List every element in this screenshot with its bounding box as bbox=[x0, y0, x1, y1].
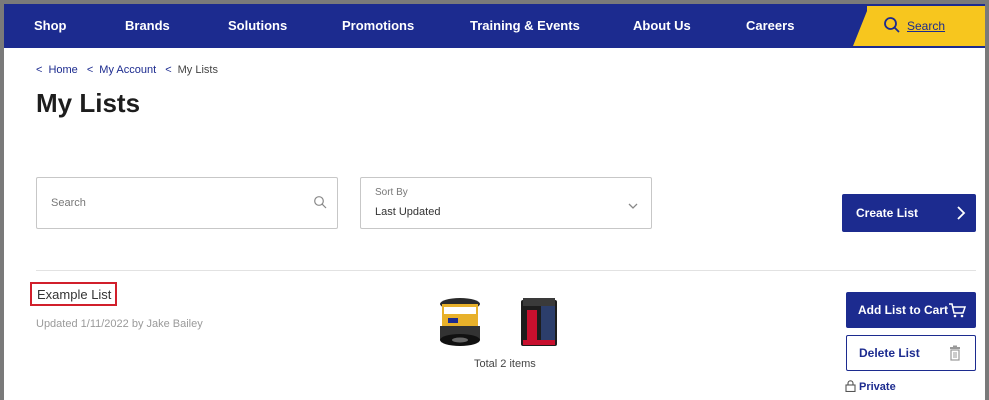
breadcrumb-sep: < bbox=[86, 64, 94, 76]
add-list-to-cart-button[interactable]: Add List to Cart bbox=[846, 292, 976, 328]
nav-search-label: Search bbox=[907, 19, 946, 33]
nav-brands[interactable]: Brands bbox=[125, 4, 170, 48]
list-name[interactable]: Example List bbox=[30, 282, 118, 306]
breadcrumb-home[interactable]: Home bbox=[48, 64, 77, 76]
sort-select[interactable]: Sort By Last Updated bbox=[360, 177, 652, 229]
delete-list-button[interactable]: Delete List bbox=[846, 335, 976, 371]
list-total-items: Total 2 items bbox=[474, 358, 536, 370]
nav-shop[interactable]: Shop bbox=[34, 4, 67, 48]
search-icon bbox=[883, 16, 901, 39]
nav-solutions[interactable]: Solutions bbox=[228, 4, 287, 48]
breadcrumb-sep: < bbox=[36, 64, 43, 76]
create-list-label: Create List bbox=[856, 206, 919, 220]
breadcrumb-my-lists: My Lists bbox=[177, 64, 218, 76]
page-title: My Lists bbox=[36, 88, 141, 118]
breadcrumb: < Home < My Account < My Lists bbox=[36, 64, 224, 76]
list-privacy[interactable]: Private bbox=[845, 380, 896, 393]
search-icon bbox=[313, 195, 327, 214]
nav-training-events[interactable]: Training & Events bbox=[470, 4, 580, 48]
sort-caption: Sort By bbox=[375, 187, 408, 198]
search-placeholder: Search bbox=[51, 197, 86, 209]
sort-value: Last Updated bbox=[375, 206, 441, 218]
chevron-right-icon bbox=[956, 205, 966, 224]
add-list-to-cart-label: Add List to Cart bbox=[858, 303, 948, 317]
chevron-down-icon bbox=[627, 198, 639, 216]
trash-icon bbox=[949, 345, 961, 364]
divider bbox=[36, 270, 976, 271]
nav-careers[interactable]: Careers bbox=[746, 4, 794, 48]
breadcrumb-my-account[interactable]: My Account bbox=[99, 64, 156, 76]
product-thumbnail-pack[interactable] bbox=[519, 296, 559, 348]
nav-about-us[interactable]: About Us bbox=[633, 4, 691, 48]
top-nav: Shop Brands Solutions Promotions Trainin… bbox=[4, 4, 985, 48]
search-input[interactable]: Search bbox=[36, 177, 338, 229]
product-thumbnail-tape[interactable] bbox=[438, 296, 482, 348]
nav-promotions[interactable]: Promotions bbox=[342, 4, 414, 48]
create-list-button[interactable]: Create List bbox=[842, 194, 976, 232]
delete-list-label: Delete List bbox=[859, 346, 920, 360]
nav-search-button[interactable]: Search bbox=[853, 4, 985, 48]
breadcrumb-sep: < bbox=[165, 64, 172, 76]
lock-icon bbox=[845, 380, 856, 393]
list-updated-meta: Updated 1/11/2022 by Jake Bailey bbox=[36, 318, 203, 330]
cart-icon bbox=[948, 302, 967, 321]
privacy-label: Private bbox=[859, 381, 896, 393]
